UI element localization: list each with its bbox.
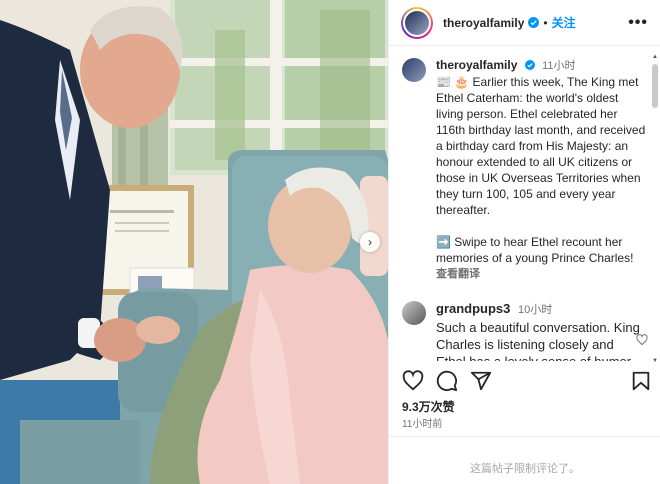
verified-badge-icon — [524, 60, 535, 70]
action-bar — [402, 368, 652, 394]
comment-text: Such a beautiful conversation. King Char… — [436, 320, 640, 361]
caption-time: 11小时 — [542, 60, 576, 72]
see-translation-link[interactable]: 查看翻译 — [436, 266, 646, 282]
chevron-right-icon: › — [368, 235, 372, 249]
author-avatar[interactable] — [401, 6, 433, 39]
comments-limited-notice: 这篇帖子限制评论了。 — [470, 463, 580, 475]
more-options-icon[interactable]: ••• — [628, 14, 648, 32]
follow-button[interactable]: 关注 — [552, 14, 576, 31]
photo-image — [0, 0, 388, 484]
scroll-up-icon[interactable]: ▲ — [652, 54, 658, 60]
comments-section[interactable]: theroyalfamily 11小时 📰 🎂 Earlier this wee… — [389, 47, 651, 361]
heart-icon[interactable] — [402, 370, 424, 392]
comments-scrollbar[interactable]: ▲ ▼ — [652, 54, 658, 364]
comment-time: 10小时 — [518, 304, 553, 316]
comment-item: grandpups3 10小时 Such a beautiful convers… — [402, 300, 651, 361]
author-username[interactable]: theroyalfamily — [443, 16, 524, 30]
post-panel: theroyalfamily • 关注 ••• theroyalfamily 1… — [388, 0, 660, 484]
posted-time: 11小时前 — [402, 419, 443, 430]
comment-icon[interactable] — [436, 370, 458, 392]
caption-username[interactable]: theroyalfamily — [436, 58, 517, 72]
scroll-down-icon[interactable]: ▼ — [652, 358, 658, 364]
caption-item: theroyalfamily 11小时 📰 🎂 Earlier this wee… — [402, 57, 651, 282]
commenter-avatar[interactable] — [402, 301, 426, 325]
caption-avatar[interactable] — [402, 58, 426, 82]
post-photo[interactable]: › — [0, 0, 388, 484]
bookmark-icon[interactable] — [630, 370, 652, 392]
comment-like-heart-icon[interactable] — [636, 334, 648, 346]
separator-dot: • — [543, 15, 548, 30]
post-header: theroyalfamily • 关注 ••• — [389, 0, 660, 46]
share-icon[interactable] — [470, 370, 492, 392]
divider — [389, 436, 660, 437]
verified-badge-icon — [528, 17, 540, 28]
likes-count[interactable]: 9.3万次赞 — [402, 398, 455, 415]
caption-text: 📰 🎂 Earlier this week, The King met Ethe… — [436, 75, 646, 217]
caption-text-swipe: ➡️ Swipe to hear Ethel recount her memor… — [436, 235, 634, 265]
commenter-username[interactable]: grandpups3 — [436, 301, 510, 316]
carousel-next-button[interactable]: › — [360, 232, 380, 252]
scrollbar-thumb[interactable] — [652, 64, 658, 108]
